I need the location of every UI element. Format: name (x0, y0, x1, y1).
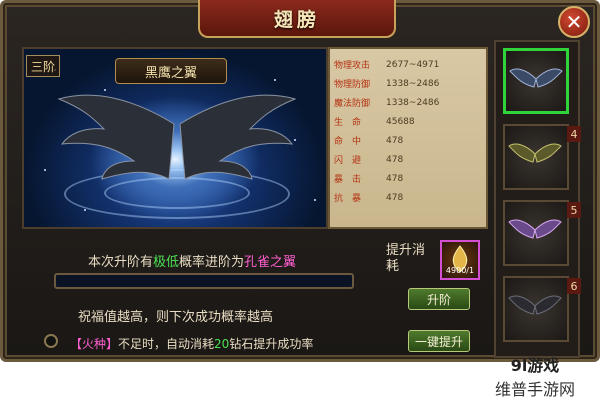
wing-slot-3[interactable]: 5 (503, 200, 581, 266)
close-button[interactable]: ✕ (558, 6, 590, 38)
bless-text: 祝福值越高，则下次成功概率越高 (78, 310, 274, 325)
wing-thumb-icon (508, 143, 562, 163)
tier-tag: 三阶 (26, 55, 60, 77)
upgrade-button[interactable]: 升阶 (408, 288, 470, 310)
stat-row: 命 中 478 (334, 135, 404, 148)
one-key-upgrade-button[interactable]: 一键提升 (408, 330, 470, 352)
wing-name: 黑鹰之翼 (115, 58, 227, 84)
wing-thumb-icon (509, 68, 563, 88)
auto-diamond-checkbox[interactable] (44, 334, 58, 348)
wing-slot-4[interactable]: 6 (503, 276, 581, 342)
wing-slot-2[interactable]: 4 (503, 124, 581, 190)
stats-panel: 物理攻击 2677~4971 物理防御 1338~2486 魔法防御 1338~248… (328, 47, 488, 229)
stat-row: 物理防御 1338~2486 (334, 78, 440, 91)
stat-row: 魔法防御 1338~2486 (334, 97, 440, 110)
slot-level: 4 (567, 126, 581, 142)
wing-thumb-icon (508, 295, 562, 315)
wing-slot-1[interactable] (503, 48, 569, 114)
close-icon: ✕ (565, 10, 583, 34)
auto-diamond-hint: 【火种】不足时，自动消耗20钻石提升成功率 (70, 337, 314, 351)
stat-row: 生 命 45688 (334, 116, 415, 129)
upgrade-chance-text: 本次升阶有极低概率进阶为孔雀之翼 (88, 255, 297, 270)
site-watermark: 9l游戏 维普手游网 (494, 356, 575, 399)
stat-row: 抗 暴 478 (334, 192, 404, 205)
stat-row: 暴 击 478 (334, 173, 404, 186)
window-title: 翅膀 (198, 0, 396, 38)
wing-thumb-icon (508, 219, 562, 239)
stat-row: 闪 避 478 (334, 154, 404, 167)
stat-row: 物理攻击 2677~4971 (334, 59, 440, 72)
cost-label: 提升消耗 (386, 243, 426, 274)
slot-level: 5 (567, 202, 581, 218)
bless-progress-bar (54, 273, 354, 289)
material-count: 4900/1 (445, 266, 475, 275)
slot-level: 6 (567, 278, 581, 294)
